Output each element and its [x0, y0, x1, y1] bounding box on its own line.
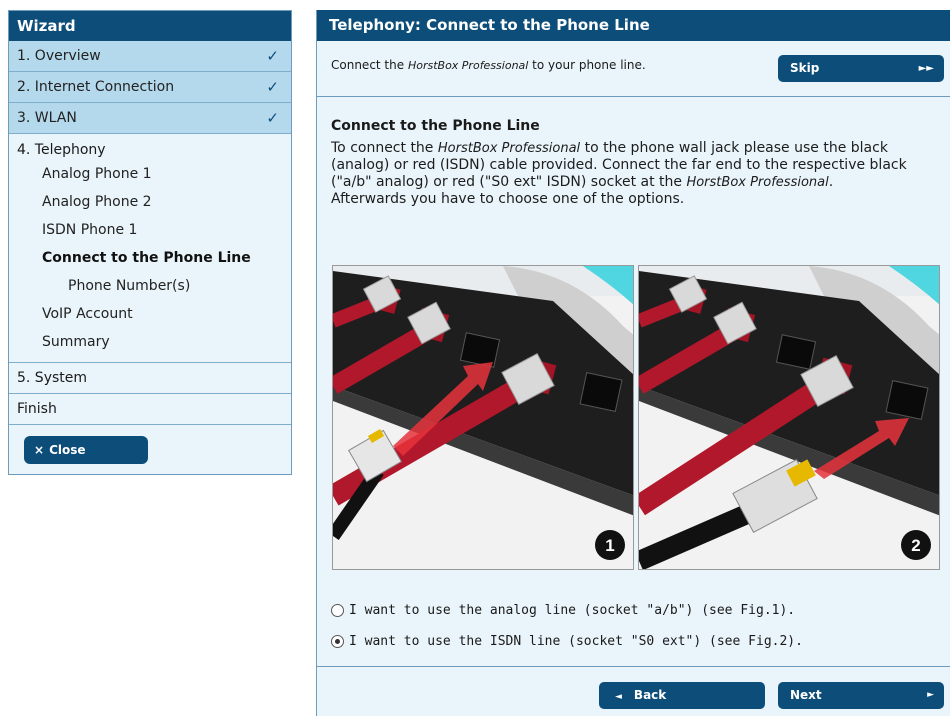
- option-label: I want to use the ISDN line (socket "S0 …: [349, 633, 803, 649]
- footer-divider: [317, 666, 950, 667]
- next-button[interactable]: Next ►: [778, 682, 944, 709]
- intro-bar: Connect the HorstBox Professional to you…: [317, 41, 950, 97]
- step-label: 2. Internet Connection: [17, 79, 175, 95]
- product-name: HorstBox Professional: [686, 175, 829, 190]
- next-label: Next: [790, 688, 822, 702]
- figure-analog-connection: 1: [332, 265, 634, 570]
- page-title: Telephony: Connect to the Phone Line: [317, 10, 950, 41]
- product-name: HorstBox Professional: [407, 59, 529, 72]
- fast-forward-icon: ►►: [918, 63, 934, 74]
- option-label: I want to use the analog line (socket "a…: [349, 602, 796, 618]
- step-internet-connection[interactable]: 2. Internet Connection ✓: [9, 72, 291, 103]
- step-label: 4. Telephony: [17, 142, 106, 158]
- sidebar-item-connect-phone-line[interactable]: Connect to the Phone Line: [17, 244, 291, 272]
- option-isdn-line[interactable]: I want to use the ISDN line (socket "S0 …: [331, 626, 803, 657]
- figure-isdn-connection: 2: [638, 265, 940, 570]
- arrow-left-icon: ◄: [615, 692, 622, 702]
- section-title: Connect to the Phone Line: [331, 118, 540, 134]
- figure-number: 1: [605, 536, 614, 555]
- radio-isdn[interactable]: [331, 635, 344, 648]
- step-telephony: 4. Telephony Analog Phone 1 Analog Phone…: [9, 134, 291, 363]
- skip-label: Skip: [790, 61, 820, 75]
- step-system[interactable]: 5. System: [9, 363, 291, 394]
- sidebar-item-phone-numbers[interactable]: Phone Number(s): [17, 272, 291, 300]
- line-options: I want to use the analog line (socket "a…: [331, 595, 803, 657]
- intro-text: Connect the HorstBox Professional to you…: [331, 58, 646, 72]
- sidebar-title: Wizard: [9, 11, 291, 41]
- step-wlan[interactable]: 3. WLAN ✓: [9, 103, 291, 134]
- step-overview[interactable]: 1. Overview ✓: [9, 41, 291, 72]
- main-panel: Telephony: Connect to the Phone Line Con…: [316, 10, 950, 716]
- sidebar-item-analog-phone-2[interactable]: Analog Phone 2: [17, 188, 291, 216]
- skip-button[interactable]: Skip ►►: [778, 55, 944, 82]
- check-icon: ✓: [266, 78, 279, 96]
- back-button[interactable]: ◄ Back: [599, 682, 765, 709]
- step-label: 3. WLAN: [17, 110, 77, 126]
- close-button[interactable]: × Close: [24, 436, 148, 464]
- check-icon: ✓: [266, 109, 279, 127]
- close-icon: ×: [34, 443, 45, 457]
- product-name: HorstBox Professional: [437, 141, 581, 156]
- close-label: Close: [49, 443, 86, 457]
- arrow-right-icon: ►: [927, 690, 934, 700]
- back-label: Back: [633, 688, 667, 702]
- radio-analog[interactable]: [331, 604, 344, 617]
- sidebar-item-summary[interactable]: Summary: [17, 328, 291, 356]
- step-label: 1. Overview: [17, 48, 101, 64]
- step-finish[interactable]: Finish: [9, 394, 291, 425]
- sidebar-item-analog-phone-1[interactable]: Analog Phone 1: [17, 160, 291, 188]
- instructions-text: To connect the HorstBox Professional to …: [331, 140, 907, 207]
- sidebar-item-isdn-phone-1[interactable]: ISDN Phone 1: [17, 216, 291, 244]
- figure-number: 2: [911, 536, 920, 555]
- option-analog-line[interactable]: I want to use the analog line (socket "a…: [331, 595, 803, 626]
- wizard-sidebar: Wizard 1. Overview ✓ 2. Internet Connect…: [8, 10, 292, 475]
- sidebar-item-voip-account[interactable]: VoIP Account: [17, 300, 291, 328]
- check-icon: ✓: [266, 47, 279, 65]
